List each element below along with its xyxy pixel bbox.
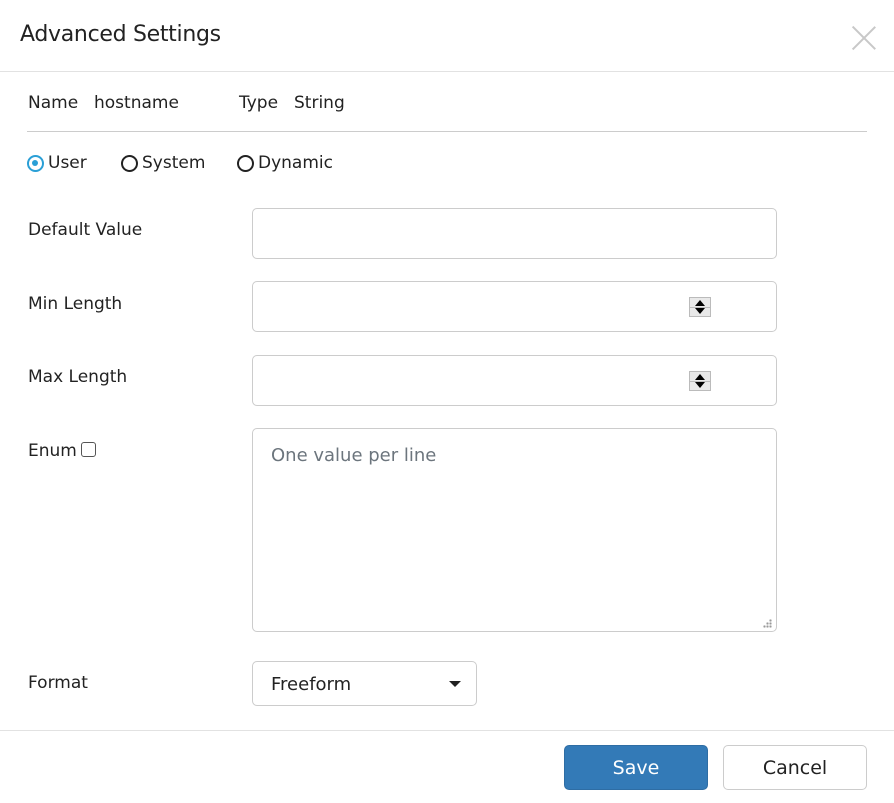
format-label: Format <box>28 673 88 693</box>
radio-user[interactable]: User <box>27 153 87 173</box>
enum-row: Enum <box>28 441 96 461</box>
arrow-up-icon[interactable] <box>695 300 705 306</box>
enum-placeholder: One value per line <box>271 445 437 466</box>
default-value-label: Default Value <box>28 220 143 240</box>
min-length-label: Min Length <box>28 294 123 314</box>
max-length-label: Max Length <box>28 367 128 387</box>
radio-unchecked-icon <box>237 154 254 172</box>
radio-label: User <box>48 153 87 173</box>
enum-values-textarea[interactable]: One value per line <box>252 428 777 632</box>
max-length-input[interactable] <box>252 355 777 406</box>
radio-label: Dynamic <box>258 153 333 173</box>
format-select[interactable]: Freeform <box>252 661 477 706</box>
default-value-input[interactable] <box>252 208 777 259</box>
close-icon[interactable] <box>851 25 877 51</box>
max-length-spinner[interactable] <box>689 371 711 391</box>
caret-down-icon <box>449 681 461 687</box>
type-value: String <box>294 93 345 113</box>
min-length-spinner[interactable] <box>689 297 711 317</box>
name-value: hostname <box>94 93 179 113</box>
resize-grip-icon[interactable] <box>763 619 772 628</box>
radio-label: System <box>142 153 206 173</box>
radio-unchecked-icon <box>121 154 138 172</box>
dialog-footer: Save Cancel <box>0 730 894 803</box>
radio-dynamic[interactable]: Dynamic <box>237 153 333 173</box>
cancel-button[interactable]: Cancel <box>723 745 867 790</box>
name-label: Name <box>28 93 79 113</box>
format-selected-value: Freeform <box>271 674 352 695</box>
divider <box>27 131 867 132</box>
dialog-title: Advanced Settings <box>20 22 221 47</box>
arrow-down-icon[interactable] <box>695 308 705 314</box>
enum-checkbox[interactable] <box>80 442 96 457</box>
enum-label: Enum <box>28 441 77 461</box>
radio-checked-icon <box>27 154 44 172</box>
type-label: Type <box>239 93 279 113</box>
save-button[interactable]: Save <box>564 745 708 790</box>
dialog-header: Advanced Settings <box>0 0 894 72</box>
arrow-up-icon[interactable] <box>695 374 705 380</box>
min-length-input[interactable] <box>252 281 777 332</box>
arrow-down-icon[interactable] <box>695 382 705 388</box>
radio-system[interactable]: System <box>121 153 205 173</box>
